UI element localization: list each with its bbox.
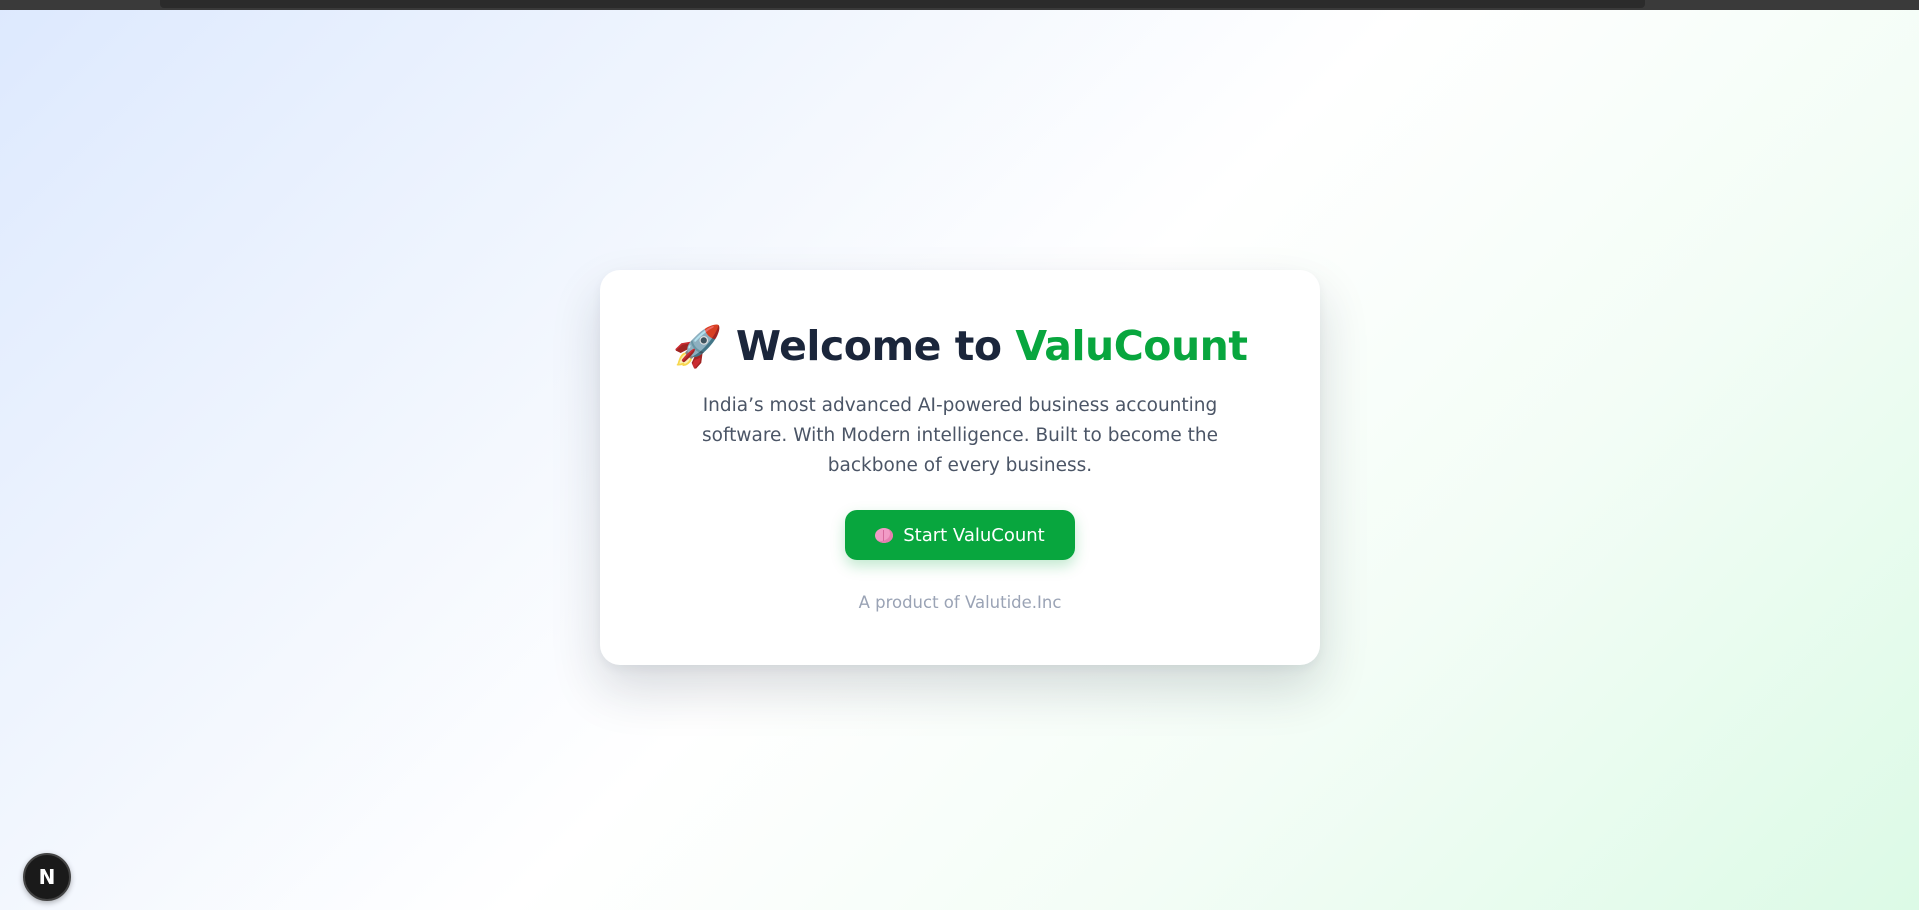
- top-bar: [0, 0, 1919, 10]
- title-prefix: Welcome to: [735, 322, 1002, 370]
- rocket-icon: 🚀: [672, 324, 723, 370]
- nextjs-icon[interactable]: N: [23, 853, 71, 901]
- welcome-description: India’s most advanced AI-powered busines…: [701, 395, 1218, 476]
- start-valucount-button[interactable]: Start ValuCount: [845, 510, 1075, 560]
- page-title: 🚀 Welcome to ValuCount: [600, 322, 1320, 370]
- welcome-card: 🚀 Welcome to ValuCount India’s most advan…: [600, 270, 1320, 665]
- dev-badge-label: N: [38, 865, 56, 889]
- start-button-label: Start ValuCount: [903, 524, 1045, 546]
- title-brand: ValuCount: [1015, 322, 1248, 370]
- top-bar-inner: [160, 0, 1645, 8]
- product-footer: A product of Valutide.Inc: [858, 593, 1062, 612]
- brain-icon: [875, 527, 894, 543]
